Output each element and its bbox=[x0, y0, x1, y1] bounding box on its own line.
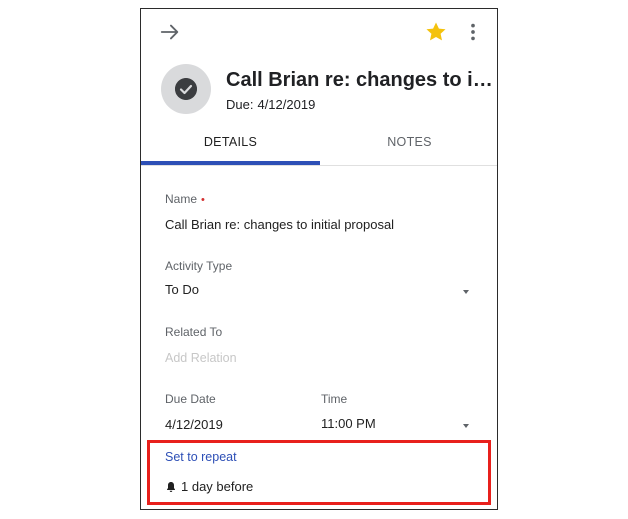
activity-type-label: Activity Type bbox=[165, 259, 233, 273]
check-circle-icon bbox=[175, 78, 197, 100]
due-date-field[interactable]: 4/12/2019 bbox=[165, 417, 295, 432]
due-summary-value: 4/12/2019 bbox=[257, 97, 316, 112]
time-select[interactable]: 11:00 PM bbox=[321, 416, 471, 431]
name-label-text: Name bbox=[165, 192, 198, 206]
related-to-input[interactable]: Add Relation bbox=[165, 351, 465, 365]
name-field[interactable]: Call Brian re: changes to initial propos… bbox=[165, 217, 485, 232]
task-detail-panel: Call Brian re: changes to initial propos… bbox=[140, 8, 498, 510]
complete-toggle[interactable] bbox=[161, 64, 211, 114]
name-label: Name • bbox=[165, 192, 205, 206]
due-summary: Due: 4/12/2019 bbox=[226, 97, 315, 112]
due-date-label: Due Date bbox=[165, 392, 216, 406]
reminder-row[interactable]: 1 day before bbox=[165, 479, 253, 494]
bell-icon bbox=[167, 481, 175, 492]
reminder-text: 1 day before bbox=[181, 479, 254, 494]
due-label: Due: bbox=[226, 97, 254, 112]
task-title: Call Brian re: changes to initial propos… bbox=[226, 69, 494, 91]
time-value: 11:00 PM bbox=[321, 416, 376, 431]
activity-type-select[interactable]: To Do bbox=[165, 282, 475, 297]
arrow-right-icon[interactable] bbox=[159, 21, 181, 43]
related-to-label: Related To bbox=[165, 325, 223, 339]
time-label: Time bbox=[321, 392, 348, 406]
chevron-down-icon[interactable] bbox=[463, 424, 469, 428]
required-marker: • bbox=[201, 194, 205, 206]
star-icon[interactable] bbox=[424, 20, 448, 44]
tab-notes[interactable]: NOTES bbox=[320, 129, 499, 165]
tab-divider bbox=[141, 165, 497, 166]
tab-details[interactable]: DETAILS bbox=[141, 129, 320, 165]
set-to-repeat-link[interactable]: Set to repeat bbox=[165, 450, 237, 464]
chevron-down-icon[interactable] bbox=[463, 290, 469, 294]
activity-type-value: To Do bbox=[165, 282, 199, 297]
more-vert-icon[interactable] bbox=[462, 21, 484, 43]
